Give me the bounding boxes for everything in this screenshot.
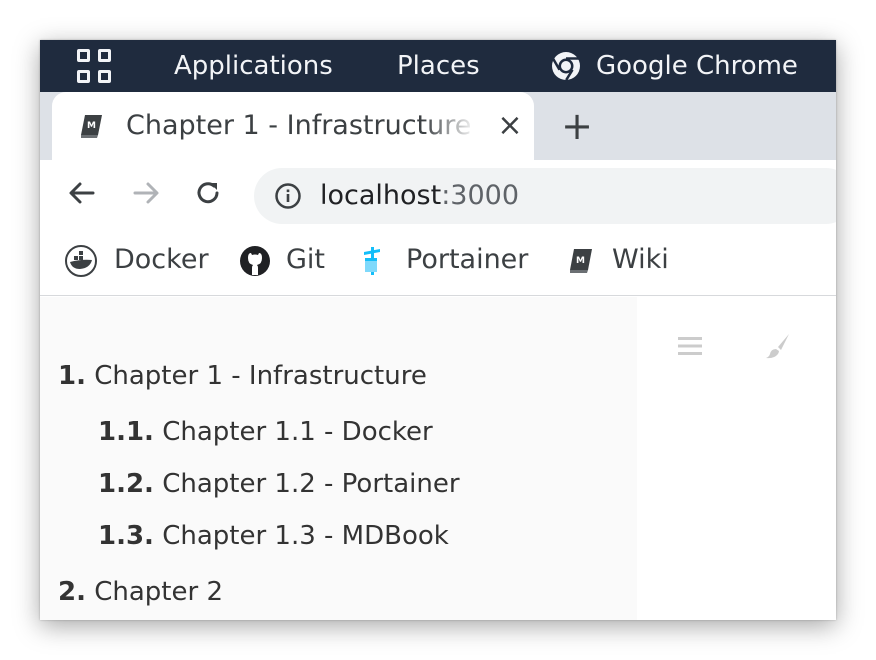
url-port: :3000 [441,180,520,211]
bookmark-wiki[interactable]: M Wiki [564,241,684,279]
toc-item-chapter-1-2[interactable]: 1.2. Chapter 1.2 - Portainer [98,466,460,502]
bookmarks-bar: Docker Git Portainer M Wiki [40,226,836,296]
address-bar[interactable]: localhost:3000 [254,168,836,224]
browser-toolbar: localhost:3000 [40,160,836,226]
content-area [637,297,836,620]
toc-label: Chapter 1 - Infrastructure [85,361,427,391]
toc-label: Chapter 1.3 - MDBook [153,521,449,551]
info-icon[interactable] [274,182,302,210]
toc-number: 1.3. [98,521,154,551]
toc-number: 1. [58,361,86,391]
tab-title: Chapter 1 - Infrastructure [126,110,472,141]
hamburger-menu-icon[interactable] [675,331,705,361]
app-menu-google-chrome[interactable]: Google Chrome [596,49,798,83]
toc-number: 2. [58,577,86,607]
chrome-icon [552,52,580,81]
docker-icon [65,245,97,277]
places-menu[interactable]: Places [397,49,480,83]
toc-item-chapter-1-3[interactable]: 1.3. Chapter 1.3 - MDBook [98,518,449,554]
url-text[interactable]: localhost:3000 [320,178,519,214]
toc-sidebar: 1. Chapter 1 - Infrastructure 1.1. Chapt… [40,297,637,620]
paintbrush-icon[interactable] [763,331,793,361]
toc-item-chapter-2[interactable]: 2. Chapter 2 [58,574,223,610]
toc-label: Chapter 1.2 - Portainer [153,469,460,499]
portainer-icon [364,247,380,275]
toc-number: 1.1. [98,417,154,447]
back-arrow-icon[interactable] [64,175,100,211]
svg-text:M: M [576,256,585,266]
tab-chapter-1[interactable]: M Chapter 1 - Infrastructure × [52,92,534,160]
toc-item-chapter-1[interactable]: 1. Chapter 1 - Infrastructure [58,358,427,394]
toc-label: Chapter 1.1 - Docker [153,417,433,447]
book-icon: M [570,249,592,273]
bookmark-git[interactable]: Git [238,241,338,279]
new-tab-button[interactable]: + [556,106,598,148]
bookmark-portainer[interactable]: Portainer [356,241,536,279]
tab-close-button[interactable]: × [490,106,530,146]
bookmark-label: Portainer [406,244,529,275]
forward-arrow-icon[interactable] [128,175,164,211]
bookmark-label: Wiki [612,244,669,275]
applications-menu[interactable]: Applications [174,49,333,83]
book-icon: M [81,115,102,138]
app-grid-icon[interactable] [77,49,111,83]
svg-text:M: M [87,121,96,131]
bookmark-label: Git [286,244,326,275]
github-icon [240,246,270,276]
url-host: localhost [320,180,442,211]
bookmark-docker[interactable]: Docker [64,241,214,279]
toc-item-chapter-1-1[interactable]: 1.1. Chapter 1.1 - Docker [98,414,433,450]
gnome-top-bar: Applications Places Google Chrome [40,40,836,92]
tab-strip: M Chapter 1 - Infrastructure × + [40,92,836,160]
reload-icon[interactable] [190,175,226,211]
bookmark-label: Docker [114,244,209,275]
toc-label: Chapter 2 [85,577,223,607]
toc-number: 1.2. [98,469,154,499]
browser-window: Applications Places Google Chrome M Chap… [40,40,836,620]
